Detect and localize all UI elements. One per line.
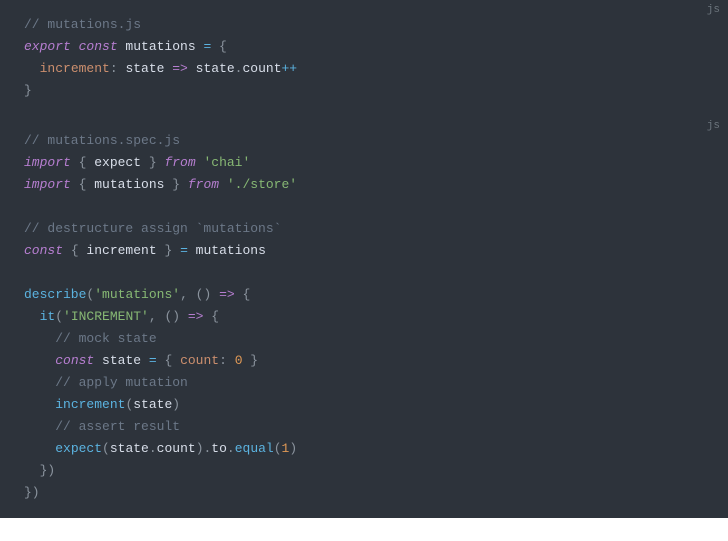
code-token: { (203, 309, 219, 324)
code-token: increment (40, 61, 110, 76)
code-token: // mutations.spec.js (24, 133, 180, 148)
code-content: // mutations.spec.js import { expect } f… (24, 130, 704, 504)
code-token: { (71, 177, 87, 192)
code-token: equal (235, 441, 274, 456)
code-token: import (24, 155, 71, 170)
code-token: => (164, 61, 187, 76)
code-token (24, 375, 55, 390)
code-token: } (243, 353, 259, 368)
code-token: './store' (219, 177, 297, 192)
code-token: const (24, 243, 63, 258)
code-token: const (71, 39, 118, 54)
code-token: state (188, 61, 235, 76)
code-token: expect (55, 441, 102, 456)
code-token: }) (24, 485, 40, 500)
code-token: ( (274, 441, 282, 456)
code-token: mutations (118, 39, 196, 54)
code-token: 'chai' (196, 155, 251, 170)
code-token: , (180, 287, 188, 302)
code-token: // mock state (55, 331, 156, 346)
code-token (24, 353, 55, 368)
code-token: : (110, 61, 118, 76)
code-token: count (242, 61, 281, 76)
code-token: : (219, 353, 227, 368)
code-token: it (40, 309, 56, 324)
code-token: ). (196, 441, 212, 456)
code-token (24, 331, 55, 346)
code-token: // assert result (55, 419, 180, 434)
code-token: // mutations.js (24, 17, 141, 32)
code-token: increment (79, 243, 165, 258)
code-token: state (118, 61, 165, 76)
code-block-1: js // mutations.js export const mutation… (0, 0, 728, 116)
code-token: ) (289, 441, 297, 456)
code-token: from (180, 177, 219, 192)
code-token: state (94, 353, 141, 368)
language-badge: js (707, 4, 720, 16)
code-token: // destructure assign `mutations` (24, 221, 281, 236)
code-token: = (196, 39, 212, 54)
code-token: state (133, 397, 172, 412)
code-token: , (149, 309, 157, 324)
code-token: () (188, 287, 211, 302)
code-token (24, 309, 40, 324)
code-token: ( (102, 441, 110, 456)
code-token (24, 463, 40, 478)
code-token: 'INCREMENT' (63, 309, 149, 324)
code-token (24, 441, 55, 456)
code-token: count (172, 353, 219, 368)
code-token: 'mutations' (94, 287, 180, 302)
code-token: state (110, 441, 149, 456)
code-token: = (172, 243, 188, 258)
code-content: // mutations.js export const mutations =… (24, 14, 704, 102)
code-token: { (71, 155, 87, 170)
code-token: } (149, 155, 157, 170)
code-token: expect (86, 155, 148, 170)
code-token: ++ (282, 61, 298, 76)
code-block-2: js // mutations.spec.js import { expect … (0, 116, 728, 518)
code-token: from (157, 155, 196, 170)
code-token (24, 61, 40, 76)
code-token: . (149, 441, 157, 456)
code-token: import (24, 177, 71, 192)
code-token (24, 419, 55, 434)
code-token: // apply mutation (55, 375, 188, 390)
code-token: { (211, 39, 227, 54)
code-token: to (211, 441, 227, 456)
code-token: const (55, 353, 94, 368)
code-token: export (24, 39, 71, 54)
code-token: => (180, 309, 203, 324)
code-token: { (157, 353, 173, 368)
code-token (24, 397, 55, 412)
code-token: mutations (188, 243, 266, 258)
code-token: count (157, 441, 196, 456)
code-token: 0 (227, 353, 243, 368)
language-badge: js (707, 120, 720, 132)
code-token: } (24, 83, 32, 98)
code-token: ( (55, 309, 63, 324)
code-token: { (63, 243, 79, 258)
code-token: mutations (86, 177, 172, 192)
code-token: ) (172, 397, 180, 412)
code-token: }) (40, 463, 56, 478)
code-token: describe (24, 287, 86, 302)
code-token: => (211, 287, 234, 302)
code-token: increment (55, 397, 125, 412)
code-token: { (235, 287, 251, 302)
code-token: () (157, 309, 180, 324)
code-token: . (227, 441, 235, 456)
code-token: } (172, 177, 180, 192)
code-token: = (141, 353, 157, 368)
